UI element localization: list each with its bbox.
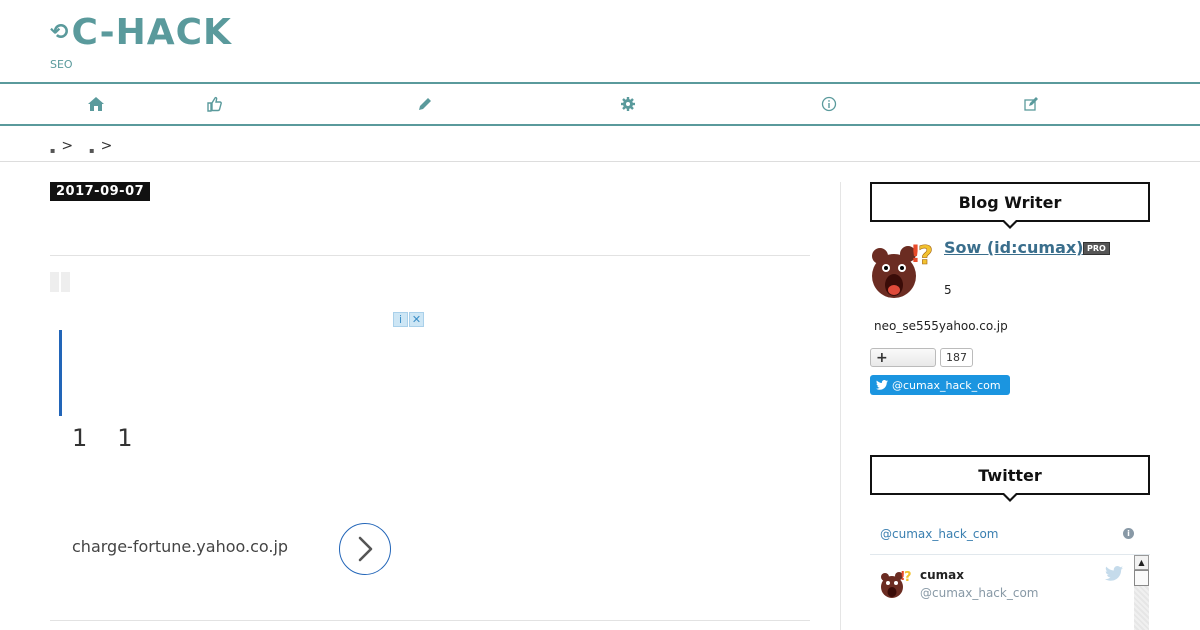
post-date[interactable]: 2017-09-07	[50, 182, 151, 201]
tweet-avatar[interactable]: ! ?	[880, 568, 912, 600]
ad-choices[interactable]: i ✕	[393, 312, 424, 327]
info-icon[interactable]	[819, 94, 839, 114]
blockquote-bar	[59, 330, 62, 416]
thumbs-up-icon[interactable]	[204, 94, 224, 114]
article-divider	[50, 255, 810, 256]
article-number: 1	[72, 424, 88, 452]
global-nav	[0, 82, 1200, 126]
share-placeholder	[50, 272, 70, 292]
breadcrumb-item-category[interactable]: ▪	[89, 146, 94, 155]
twitter-bird-icon	[876, 380, 888, 390]
breadcrumb-divider	[0, 161, 1200, 162]
blog-writer-widget-title: Blog Writer	[870, 182, 1150, 229]
svg-text:?: ?	[918, 241, 933, 271]
twitter-info-icon[interactable]: i	[1123, 528, 1134, 539]
site-subtitle: SEO	[50, 58, 73, 71]
twitter-widget-title: Twitter	[870, 455, 1150, 502]
scroll-up-arrow-icon[interactable]: ▲	[1134, 555, 1149, 570]
ad-close-icon[interactable]: ✕	[409, 312, 424, 327]
twitter-follow-label: @cumax_hack_com	[892, 378, 1001, 392]
twitter-divider	[870, 554, 1150, 555]
gear-icon[interactable]	[618, 94, 638, 114]
scrollbar-thumb[interactable]	[1134, 570, 1149, 586]
pro-badge: PRO	[1083, 242, 1110, 255]
home-icon[interactable]	[86, 94, 106, 114]
breadcrumb-separator: >	[61, 138, 74, 154]
breadcrumb-separator: >	[100, 138, 113, 154]
twitter-timeline-handle[interactable]: @cumax_hack_com	[880, 527, 998, 541]
article-numbers: 1 1	[72, 424, 133, 452]
breadcrumb-item-home[interactable]: ▪	[50, 146, 55, 155]
twitter-bird-icon[interactable]	[1105, 566, 1123, 582]
follower-count[interactable]: 187	[940, 348, 973, 367]
site-title-text[interactable]: C-HACK	[71, 12, 232, 53]
edit-icon[interactable]	[1021, 94, 1041, 114]
plus-icon: +	[876, 349, 888, 366]
ad-domain[interactable]: charge-fortune.yahoo.co.jp	[72, 537, 288, 556]
twitter-follow-button[interactable]: @cumax_hack_com	[870, 375, 1010, 395]
writer-name-link[interactable]: Sow (id:cumax)	[944, 238, 1084, 257]
sidebar-divider	[840, 182, 841, 630]
writer-email: neo_se555yahoo.co.jp	[874, 319, 1008, 333]
follow-button[interactable]: +	[870, 348, 936, 367]
article-number: 1	[117, 424, 133, 452]
site-title[interactable]: ⟲ C-HACK	[50, 10, 232, 54]
logo-arrow-icon: ⟲	[50, 19, 70, 45]
writer-count: 5	[944, 283, 952, 297]
svg-text:?: ?	[904, 570, 912, 585]
tweet-author-handle[interactable]: @cumax_hack_com	[920, 586, 1038, 600]
tweet-author-name[interactable]: cumax	[920, 568, 964, 582]
ad-next-arrow-icon[interactable]	[339, 523, 391, 575]
pencil-icon[interactable]	[415, 94, 435, 114]
breadcrumb: ▪ > ▪ >	[50, 138, 113, 155]
article-bottom-divider	[50, 620, 810, 621]
writer-avatar[interactable]: ! ?	[870, 238, 934, 302]
ad-info-icon[interactable]: i	[393, 312, 408, 327]
